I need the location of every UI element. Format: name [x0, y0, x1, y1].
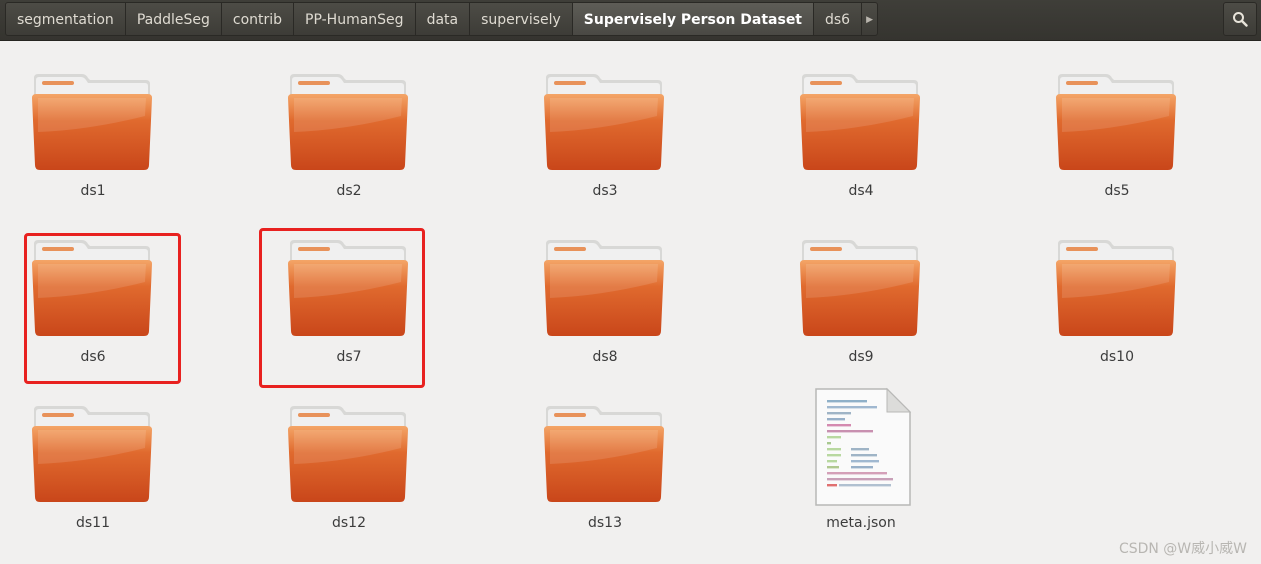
crumb-supervisely-person-dataset[interactable]: Supervisely Person Dataset [572, 2, 814, 36]
folder-icon-wrap [1054, 238, 1178, 338]
search-icon [1233, 12, 1248, 27]
folder-icon-wrap [542, 404, 666, 504]
item-label: ds8 [592, 349, 618, 365]
folder-icon-wrap [286, 72, 410, 172]
folder-icon [32, 406, 152, 502]
item-label: ds1 [80, 183, 106, 199]
folder-item[interactable]: ds2 [256, 72, 436, 222]
item-label: ds5 [1104, 183, 1130, 199]
item-label: ds11 [76, 515, 110, 531]
item-label: ds3 [592, 183, 618, 199]
item-label: ds9 [848, 349, 874, 365]
folder-icon-wrap [798, 72, 922, 172]
json-file-icon [815, 387, 912, 506]
folder-icon [1056, 74, 1176, 170]
item-label: meta.json [826, 515, 896, 531]
folder-icon [32, 74, 152, 170]
crumb-data[interactable]: data [415, 2, 471, 36]
folder-item[interactable]: ds11 [0, 404, 180, 554]
item-label: ds13 [588, 515, 622, 531]
crumb-supervisely[interactable]: supervisely [470, 2, 573, 36]
folder-icon-wrap [30, 72, 154, 172]
folder-icon-wrap [542, 72, 666, 172]
folder-item[interactable]: ds4 [768, 72, 948, 222]
folder-item[interactable]: ds9 [768, 238, 948, 388]
item-label: ds2 [336, 183, 362, 199]
folder-icon-wrap [286, 404, 410, 504]
breadcrumb: segmentation PaddleSeg contrib PP-HumanS… [5, 2, 879, 36]
folder-icon [544, 74, 664, 170]
crumb-contrib[interactable]: contrib [221, 2, 295, 36]
folder-icon [1056, 240, 1176, 336]
file-item[interactable]: meta.json [768, 387, 948, 554]
folder-icon [544, 240, 664, 336]
chevron-right-icon[interactable]: ▶ [862, 2, 879, 36]
folder-item[interactable]: ds13 [512, 404, 692, 554]
crumb-paddleseg[interactable]: PaddleSeg [125, 2, 222, 36]
item-label: ds12 [332, 515, 366, 531]
folder-item[interactable]: ds8 [512, 238, 692, 388]
crumb-ds6[interactable]: ds6 [814, 2, 863, 36]
folder-icon [288, 74, 408, 170]
folder-icon [800, 74, 920, 170]
folder-item[interactable]: ds1 [0, 72, 180, 222]
item-label: ds4 [848, 183, 874, 199]
folder-icon-wrap [1054, 72, 1178, 172]
highlight-box [259, 228, 425, 388]
folder-item[interactable]: ds5 [1024, 72, 1204, 222]
crumb-pp-humanseg[interactable]: PP-HumanSeg [294, 2, 416, 36]
folder-item[interactable]: ds10 [1024, 238, 1204, 388]
folder-icon-wrap [30, 404, 154, 504]
folder-icon-wrap [542, 238, 666, 338]
path-bar: segmentation PaddleSeg contrib PP-HumanS… [0, 0, 1261, 41]
folder-icon [288, 406, 408, 502]
folder-icon [544, 406, 664, 502]
folder-item[interactable]: ds3 [512, 72, 692, 222]
highlight-box [24, 233, 181, 384]
watermark: CSDN @W威小威W [1118, 541, 1247, 557]
item-label: ds10 [1100, 349, 1134, 365]
search-button[interactable] [1223, 2, 1257, 36]
folder-item[interactable]: ds12 [256, 404, 436, 554]
folder-icon [800, 240, 920, 336]
crumb-segmentation[interactable]: segmentation [5, 2, 126, 36]
file-icon-wrap [813, 386, 937, 506]
folder-icon-wrap [798, 238, 922, 338]
